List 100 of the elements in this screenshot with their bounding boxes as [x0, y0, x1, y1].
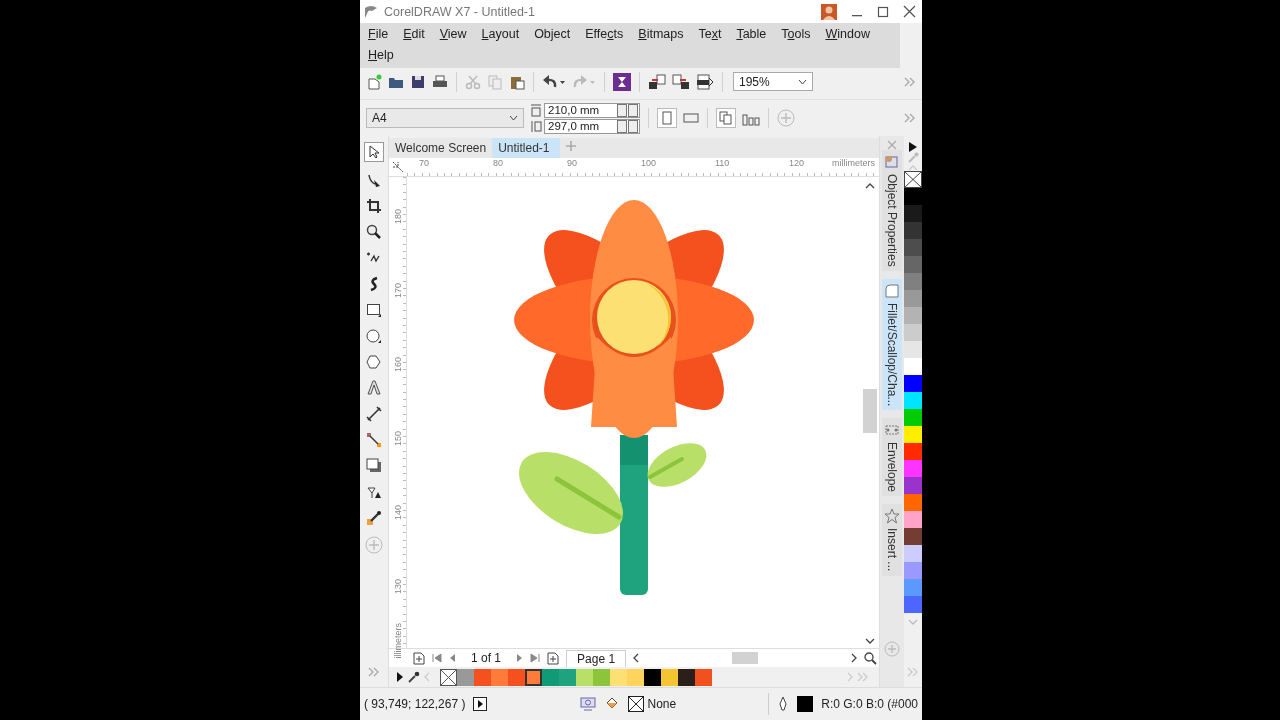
monitor-icon[interactable] — [579, 697, 596, 711]
docker-tab[interactable]: Envelope — [882, 418, 902, 497]
page-height-field[interactable]: 297,0 mm — [544, 118, 640, 134]
color-swatch[interactable] — [904, 222, 922, 239]
import-icon[interactable] — [648, 73, 666, 90]
scissors-icon[interactable] — [465, 73, 481, 90]
color-swatch[interactable] — [904, 477, 922, 494]
close-icon[interactable] — [903, 5, 916, 18]
scroll-up-icon[interactable] — [865, 183, 875, 189]
color-swatch[interactable] — [525, 668, 542, 686]
all-pages-icon[interactable] — [716, 108, 736, 128]
add-page-icon[interactable] — [547, 651, 560, 665]
menu-item[interactable]: Text — [690, 24, 729, 45]
color-swatch[interactable] — [904, 239, 922, 256]
add-tab-icon[interactable] — [564, 140, 577, 152]
portrait-icon[interactable] — [657, 108, 677, 128]
color-swatch[interactable] — [695, 668, 712, 686]
undo-icon[interactable] — [542, 73, 566, 90]
color-swatch[interactable] — [904, 290, 922, 307]
polygon-icon[interactable] — [366, 354, 382, 370]
zoom-level-dropdown[interactable]: 195% — [733, 72, 813, 91]
menu-item[interactable]: Layout — [473, 24, 527, 45]
menu-item[interactable]: View — [431, 24, 474, 45]
export-icon[interactable] — [672, 73, 690, 90]
color-swatch[interactable] — [904, 324, 922, 341]
color-swatch[interactable] — [904, 528, 922, 545]
printer-icon[interactable] — [432, 73, 448, 90]
color-swatch[interactable] — [904, 562, 922, 579]
add-tool-icon[interactable] — [365, 536, 383, 554]
shape-tool-icon[interactable] — [366, 172, 382, 188]
color-swatch[interactable] — [904, 579, 922, 596]
color-swatch[interactable] — [904, 341, 922, 358]
text-tool-icon[interactable] — [366, 380, 382, 396]
add-page-icon[interactable] — [413, 651, 425, 665]
scrollbar-thumb[interactable] — [732, 652, 759, 664]
docker-tab[interactable]: Insert ... — [882, 504, 902, 576]
eyedropper-icon[interactable] — [366, 510, 382, 526]
new-document-icon[interactable] — [366, 73, 382, 90]
no-color-swatch[interactable] — [440, 668, 457, 686]
ellipse-icon[interactable] — [366, 328, 382, 344]
page-width-field[interactable]: 210,0 mm — [544, 102, 640, 118]
color-swatch[interactable] — [491, 668, 508, 686]
color-swatch[interactable] — [904, 256, 922, 273]
page-tab[interactable]: Page 1 — [566, 649, 627, 667]
user-avatar-icon[interactable] — [821, 3, 837, 20]
menu-item[interactable]: Help — [360, 45, 401, 66]
eyedropper-icon[interactable] — [407, 670, 420, 684]
connector-icon[interactable] — [366, 432, 382, 448]
last-page-icon[interactable] — [530, 653, 541, 663]
color-swatch[interactable] — [644, 668, 661, 686]
color-swatch[interactable] — [457, 668, 474, 686]
scrollbar-thumb[interactable] — [863, 389, 877, 433]
play-icon[interactable] — [473, 697, 488, 711]
color-swatch[interactable] — [904, 392, 922, 409]
menu-item[interactable]: Table — [728, 24, 774, 45]
play-icon[interactable] — [397, 672, 403, 682]
first-page-icon[interactable] — [432, 653, 442, 663]
menu-item[interactable]: Window — [817, 24, 877, 45]
color-swatch[interactable] — [542, 668, 559, 686]
color-swatch[interactable] — [904, 375, 922, 392]
overflow-icon[interactable] — [904, 76, 916, 87]
plus-icon[interactable] — [777, 109, 795, 127]
color-swatch[interactable] — [904, 596, 922, 613]
menu-item[interactable]: Tools — [773, 24, 818, 45]
color-swatch[interactable] — [508, 668, 525, 686]
scroll-down-icon[interactable] — [865, 638, 875, 644]
docker-tab[interactable]: Fillet/Scallop/Cha... — [882, 278, 902, 411]
color-swatch[interactable] — [904, 188, 922, 205]
menu-item[interactable]: Object — [526, 24, 578, 45]
scroll-left-icon[interactable] — [633, 653, 640, 663]
color-swatch[interactable] — [904, 409, 922, 426]
drop-shadow-icon[interactable] — [366, 458, 382, 474]
color-swatch[interactable] — [904, 460, 922, 477]
spin-buttons[interactable] — [617, 119, 638, 133]
docker-tab[interactable]: Object Properties — [882, 150, 902, 271]
redo-icon[interactable] — [572, 73, 596, 90]
next-page-icon[interactable] — [516, 653, 524, 663]
color-swatch[interactable] — [576, 668, 593, 686]
menu-item[interactable]: Edit — [395, 24, 432, 45]
color-swatch[interactable] — [610, 668, 627, 686]
color-swatch[interactable] — [904, 494, 922, 511]
color-swatch[interactable] — [904, 426, 922, 443]
page-size-dropdown[interactable]: A4 — [366, 108, 524, 128]
color-swatch[interactable] — [661, 668, 678, 686]
color-swatch[interactable] — [678, 668, 695, 686]
zoom-icon[interactable] — [864, 651, 878, 665]
color-swatch[interactable] — [904, 358, 922, 375]
color-swatch[interactable] — [904, 443, 922, 460]
color-swatch[interactable] — [627, 668, 644, 686]
menu-item[interactable]: File — [360, 24, 396, 45]
no-color-swatch[interactable] — [904, 171, 922, 188]
fill-tool-icon[interactable] — [366, 484, 382, 500]
color-swatch[interactable] — [904, 545, 922, 562]
dimension-icon[interactable] — [366, 406, 382, 422]
ruler-origin-icon[interactable] — [392, 161, 404, 173]
menu-item[interactable]: Effects — [577, 24, 631, 45]
rectangle-icon[interactable] — [366, 302, 382, 318]
play-icon[interactable] — [909, 142, 917, 152]
color-swatch[interactable] — [904, 205, 922, 222]
zoom-icon[interactable] — [366, 224, 382, 240]
